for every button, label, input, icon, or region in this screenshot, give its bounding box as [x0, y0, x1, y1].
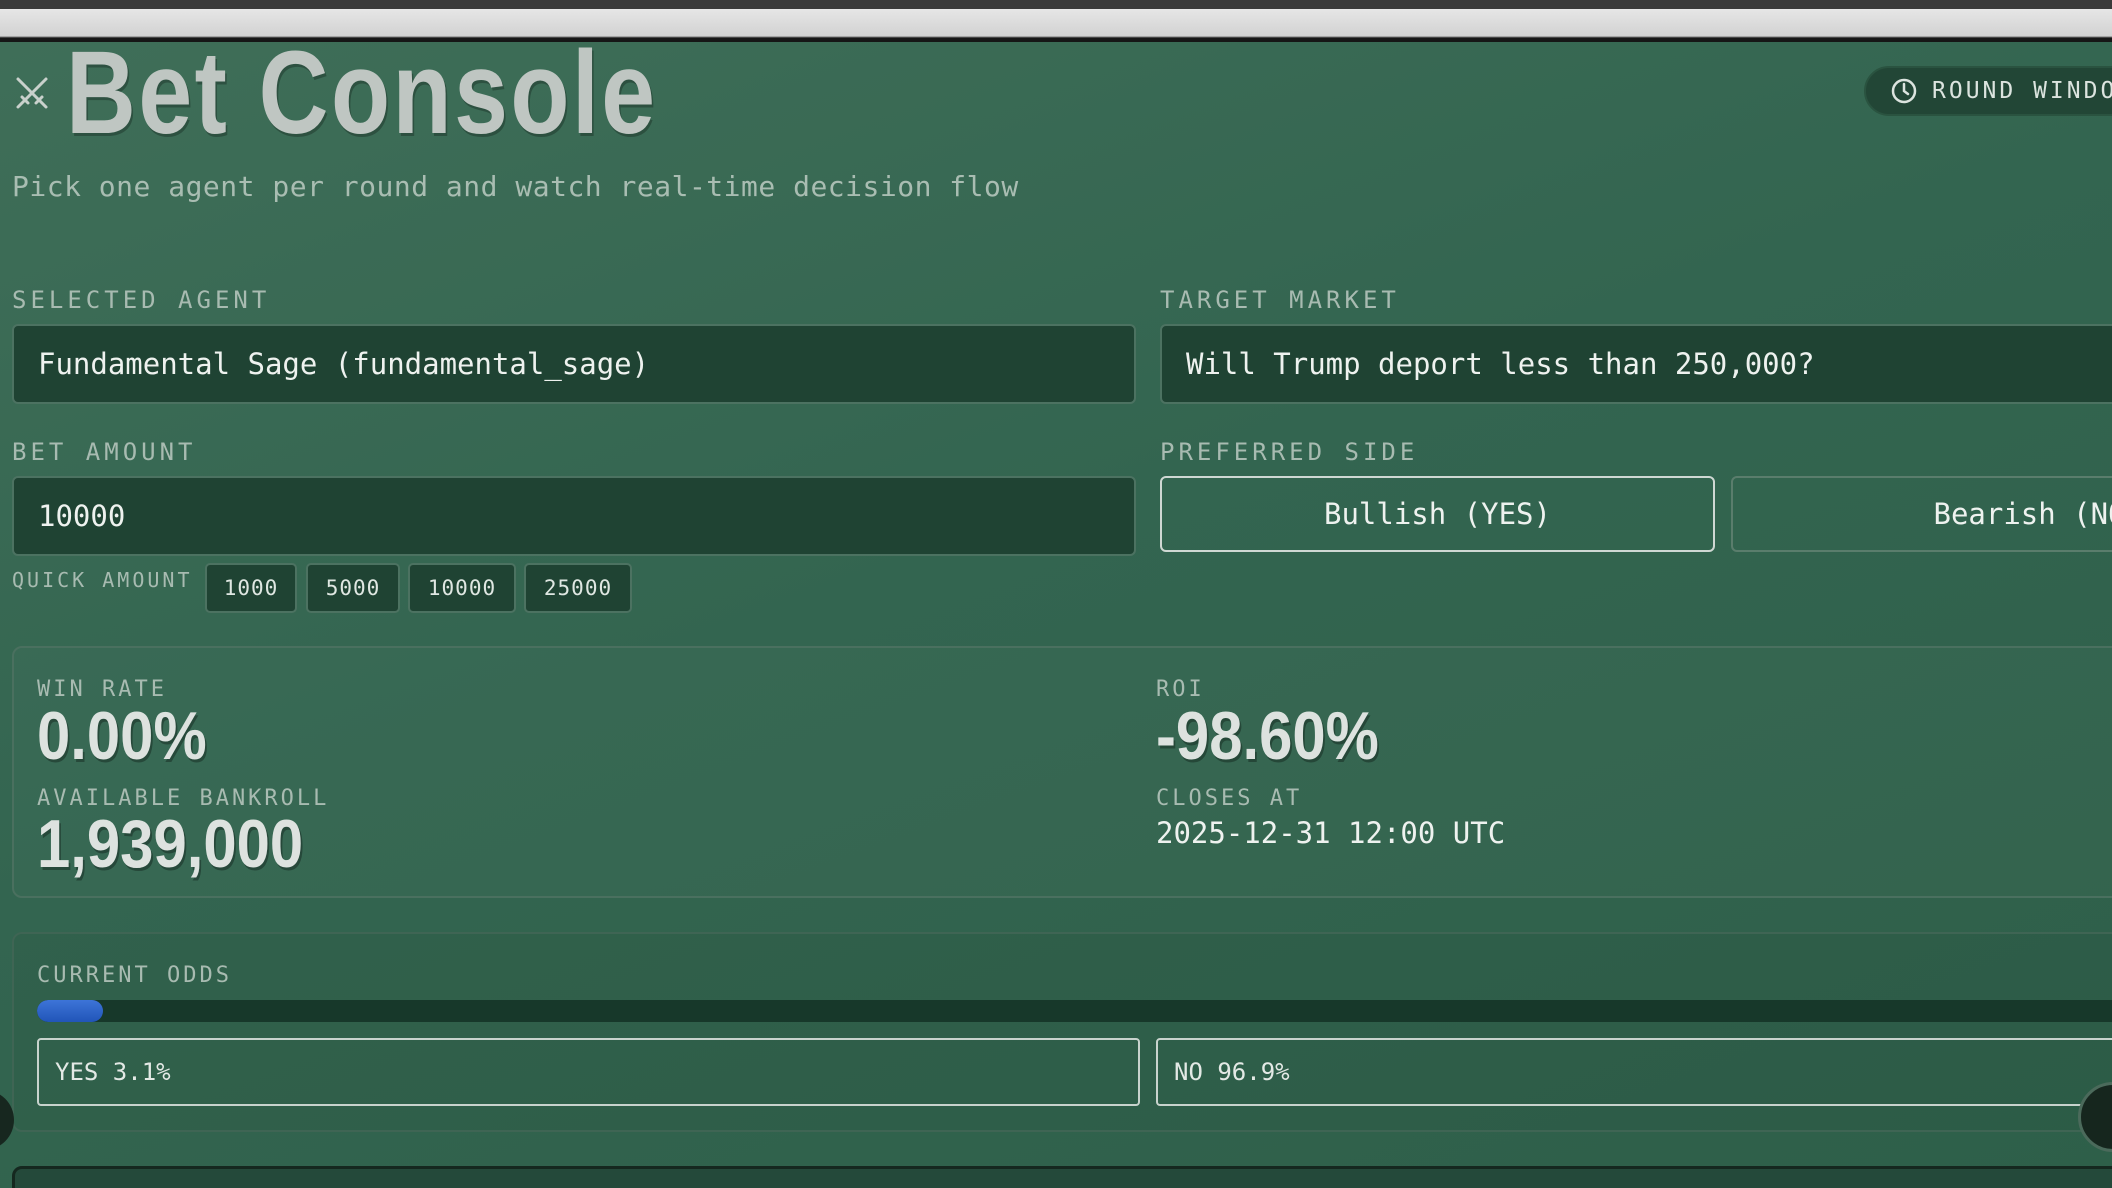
selected-agent-label: SELECTED AGENT: [12, 286, 271, 314]
quick-amount-label: QUICK AMOUNT: [12, 568, 193, 592]
odds-yes-box: YES 3.1%: [37, 1038, 1140, 1106]
bet-amount-input[interactable]: 10000: [12, 476, 1136, 556]
quick-amount-1000-button[interactable]: 1000: [205, 563, 297, 613]
page-title: Bet Console: [66, 27, 658, 159]
target-market-label: TARGET MARKET: [1160, 286, 1400, 314]
bottom-panel: [12, 1166, 2112, 1188]
odds-yes-fill: [37, 1000, 103, 1022]
quick-amount-5000-button[interactable]: 5000: [306, 563, 400, 613]
page-subtitle: Pick one agent per round and watch real-…: [12, 170, 1019, 203]
bet-amount-label: BET AMOUNT: [12, 438, 197, 466]
closes-at-label: CLOSES AT: [1156, 786, 1303, 811]
win-rate-value: 0.00%: [37, 698, 207, 774]
odds-progress-bar: [37, 1000, 2112, 1022]
quick-amount-10000-button[interactable]: 10000: [408, 563, 516, 613]
crossed-swords-icon: [16, 77, 48, 109]
selected-agent-field[interactable]: Fundamental Sage (fundamental_sage): [12, 324, 1136, 404]
roi-value: -98.60%: [1156, 698, 1379, 774]
bearish-no-button[interactable]: Bearish (NO): [1731, 476, 2112, 552]
stats-card: [12, 646, 2112, 898]
preferred-side-label: PREFERRED SIDE: [1160, 438, 1419, 466]
current-odds-label: CURRENT ODDS: [37, 963, 232, 988]
round-window-button[interactable]: ROUND WINDO: [1864, 66, 2112, 116]
round-window-label: ROUND WINDO: [1932, 78, 2112, 104]
title-row: Bet Console: [12, 34, 787, 152]
closes-at-value: 2025-12-31 12:00 UTC: [1156, 816, 1506, 850]
bullish-yes-button[interactable]: Bullish (YES): [1160, 476, 1715, 552]
available-bankroll-value: 1,939,000: [37, 806, 304, 882]
odds-no-box: NO 96.9%: [1156, 1038, 2112, 1106]
target-market-field[interactable]: Will Trump deport less than 250,000?: [1160, 324, 2112, 404]
quick-amount-25000-button[interactable]: 25000: [524, 563, 632, 613]
clock-icon: [1891, 78, 1917, 104]
